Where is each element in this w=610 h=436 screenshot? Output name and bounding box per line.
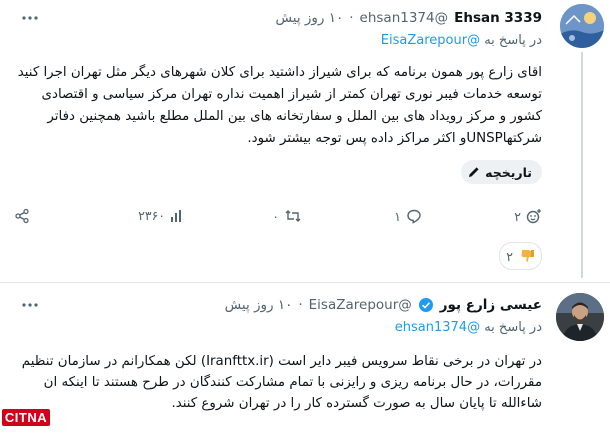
mention-link[interactable]: @ehsan1374 [395,320,480,335]
retweet-button[interactable]: ۰ [272,208,302,224]
share-button[interactable] [14,208,30,224]
post-header: Ehsan 3339 @ehsan1374 · ۱۰ روز پیش [276,8,542,28]
add-reaction-icon [526,208,542,224]
post-header: عیسی زارع پور @EisaZarepour · ۱۰ روز پیش [225,295,542,315]
views-button[interactable]: ۲۳۶۰ [138,208,184,223]
display-name[interactable]: عیسی زارع پور [440,297,542,313]
post-time[interactable]: ۱۰ روز پیش [276,10,344,26]
retweet-icon [284,208,302,224]
action-bar: ۲ ۱ ۰ ۲۳۶۰ [14,208,542,228]
citna-watermark-logo: CITNA [1,401,51,433]
post-body: در تهران در برخی نقاط سرویس فیبر دایر اس… [21,354,542,411]
mention-link[interactable]: @EisaZarepour [381,33,480,48]
more-options-icon[interactable] [18,295,42,315]
post-body: اقای زارع پور همون برنامه که برای شیراز … [17,65,542,146]
dislike-reaction-chip[interactable]: ۲ [499,242,542,270]
reply-to-line: در پاسخ به @EisaZarepour [381,33,542,48]
reply-to-line: در پاسخ به @ehsan1374 [395,320,542,335]
reaction-count: ۲ [514,208,521,224]
reply-prefix: در پاسخ به [484,320,542,335]
more-options-icon[interactable] [18,8,42,28]
views-count: ۲۳۶۰ [138,208,165,223]
reply-post-1[interactable]: Ehsan 3339 @ehsan1374 · ۱۰ روز پیش در پا… [0,0,610,282]
edit-history-button[interactable]: تاریخچه [461,160,542,184]
avatar[interactable] [556,293,604,341]
reply-post-2[interactable]: عیسی زارع پور @EisaZarepour · ۱۰ روز پیش… [0,282,610,436]
pencil-icon [467,165,481,179]
retweet-count: ۰ [272,208,279,224]
thread-line [581,52,583,278]
dislike-count: ۲ [506,248,513,264]
share-icon [14,208,30,224]
separator-dot: · [349,10,354,26]
user-handle[interactable]: @EisaZarepour [309,297,412,313]
reply-prefix: در پاسخ به [484,33,542,48]
thumbs-down-icon [519,248,535,264]
add-reaction-button[interactable]: ۲ [514,208,542,224]
separator-dot: · [298,297,303,313]
reply-icon [406,208,422,224]
reply-button[interactable]: ۱ [394,208,422,224]
avatar[interactable] [560,4,604,48]
watermark-text: CITNA [1,408,51,426]
user-handle[interactable]: @ehsan1374 [360,10,449,26]
views-icon [170,209,184,223]
history-label: تاریخچه [485,164,532,180]
post-time[interactable]: ۱۰ روز پیش [225,297,293,313]
reply-count: ۱ [394,208,401,224]
display-name[interactable]: Ehsan 3339 [454,10,542,26]
verified-badge-icon [418,297,434,313]
